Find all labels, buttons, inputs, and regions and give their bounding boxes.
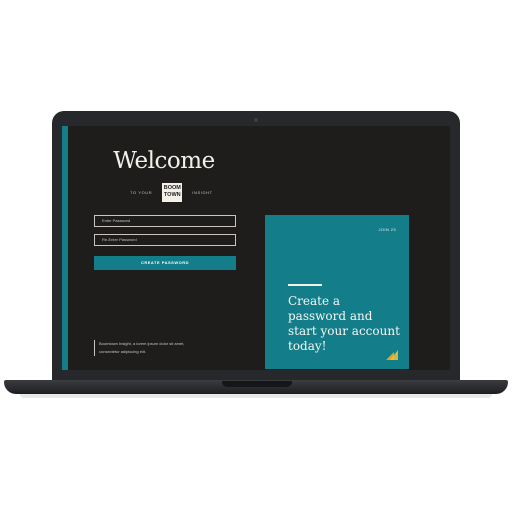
card-date: JOIN 23: [378, 227, 396, 232]
password-input[interactable]: Enter Password: [94, 215, 236, 227]
laptop-screen: Welcome TO YOUR BOOM TOWN INSIGHT Enter …: [62, 126, 450, 370]
logo-line-2: TOWN: [163, 192, 181, 198]
laptop-notch: [222, 381, 292, 387]
welcome-title: Welcome: [113, 148, 215, 174]
boomtown-logo: BOOM TOWN: [162, 182, 183, 202]
to-your-label: TO YOUR: [130, 189, 153, 195]
promo-card: JOIN 23 Create a password and start your…: [265, 215, 409, 369]
camera-icon: [254, 118, 258, 122]
reenter-password-input[interactable]: Re-Enter Password: [94, 234, 236, 246]
footer-description: Boomtown Insight, a lorem ipsum dolor si…: [94, 340, 204, 356]
accent-stripe: [62, 126, 68, 370]
laptop-shadow: [20, 394, 492, 398]
insight-label: INSIGHT: [192, 189, 213, 195]
card-divider: [288, 284, 322, 286]
card-heading: Create a password and start your account…: [288, 294, 400, 353]
logo-line-1: BOOM: [163, 185, 181, 191]
brand-mark-icon: [386, 350, 398, 360]
brand-row: TO YOUR BOOM TOWN INSIGHT: [130, 182, 213, 202]
create-password-button[interactable]: CREATE PASSWORD: [94, 256, 236, 270]
